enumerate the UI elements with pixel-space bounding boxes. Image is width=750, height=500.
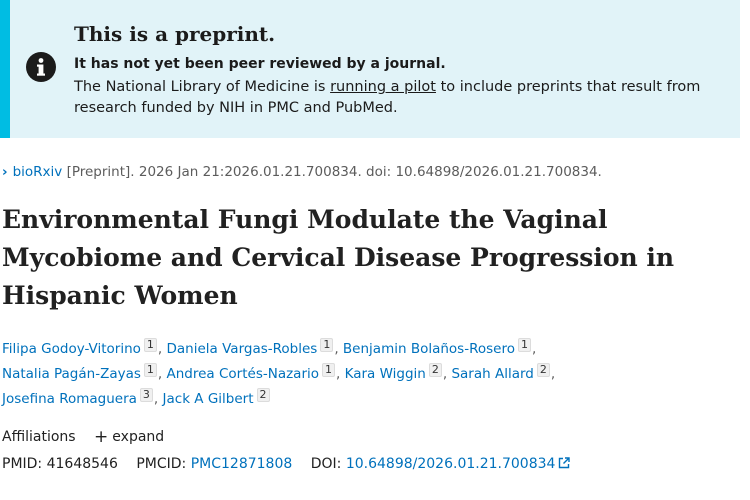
external-link-icon[interactable] xyxy=(558,457,571,469)
article-title: Environmental Fungi Modulate the Vaginal… xyxy=(2,205,675,310)
affiliation-ref[interactable]: 1 xyxy=(517,338,531,352)
banner-title: This is a preprint. xyxy=(74,22,276,46)
plus-icon[interactable]: + xyxy=(94,427,108,447)
affiliation-ref[interactable]: 1 xyxy=(143,338,157,352)
preprint-banner: This is a preprint. It has not yet been … xyxy=(0,0,740,138)
peer-review-notice: It has not yet been peer reviewed by a j… xyxy=(74,56,446,72)
journal-link[interactable]: bioRxiv xyxy=(13,164,63,180)
banner-body-text: The National Library of Medicine is xyxy=(74,79,331,95)
author-list: Filipa Godoy-Vitorino 1, Daniela Vargas-R… xyxy=(2,337,742,412)
affiliation-ref[interactable]: 2 xyxy=(536,363,550,377)
affiliation-ref[interactable]: 3 xyxy=(139,388,153,402)
affiliations-row: Affiliations + expand xyxy=(2,427,164,447)
chevron-right-icon[interactable]: › xyxy=(2,164,8,180)
author-link[interactable]: Filipa Godoy-Vitorino xyxy=(2,341,141,357)
author-line: Natalia Pagán-Zayas 1, Andrea Cortés-Naza… xyxy=(2,363,556,382)
info-icon xyxy=(26,52,56,82)
author-line: Josefina Romaguera 3, Jack A Gilbert 2 xyxy=(2,387,742,412)
pmcid-link[interactable]: PMC12871808 xyxy=(191,456,293,472)
author-link[interactable]: Josefina Romaguera xyxy=(2,391,137,407)
author-link[interactable]: Jack A Gilbert xyxy=(163,391,254,407)
citation-line: › bioRxiv [Preprint]. 2026 Jan 21:2026.01… xyxy=(2,164,602,180)
running-a-pilot-link[interactable]: running a pilot xyxy=(330,79,436,95)
author-link[interactable]: Daniela Vargas-Robles xyxy=(167,341,318,357)
affiliation-ref[interactable]: 1 xyxy=(320,338,334,352)
author-link[interactable]: Kara Wiggin xyxy=(345,366,426,382)
pmid-label: PMID: xyxy=(2,456,43,472)
pmid-value: 41648546 xyxy=(46,456,118,472)
affiliation-ref[interactable]: 1 xyxy=(322,363,336,377)
identifiers-row: PMID: 41648546 PMCID: PMC12871808 DOI: 1… xyxy=(2,456,571,472)
affiliations-label: Affiliations xyxy=(2,429,76,445)
affiliation-ref[interactable]: 2 xyxy=(428,363,442,377)
affiliation-ref[interactable]: 2 xyxy=(256,388,270,402)
author-link[interactable]: Natalia Pagán-Zayas xyxy=(2,366,141,382)
expand-affiliations-button[interactable]: expand xyxy=(112,429,164,445)
author-link[interactable]: Andrea Cortés-Nazario xyxy=(167,366,320,382)
author-line: Filipa Godoy-Vitorino 1, Daniela Vargas-R… xyxy=(2,338,537,357)
pmcid-label: PMCID: xyxy=(136,456,187,472)
author-link[interactable]: Benjamin Bolaños-Rosero xyxy=(343,341,515,357)
doi-link[interactable]: 10.64898/2026.01.21.700834 xyxy=(346,456,556,472)
banner-body: The National Library of Medicine is runn… xyxy=(74,77,734,119)
author-link[interactable]: Sarah Allard xyxy=(451,366,533,382)
affiliation-ref[interactable]: 1 xyxy=(143,363,157,377)
doi-label: DOI: xyxy=(310,456,342,472)
citation-details: [Preprint]. 2026 Jan 21:2026.01.21.70083… xyxy=(62,164,602,180)
